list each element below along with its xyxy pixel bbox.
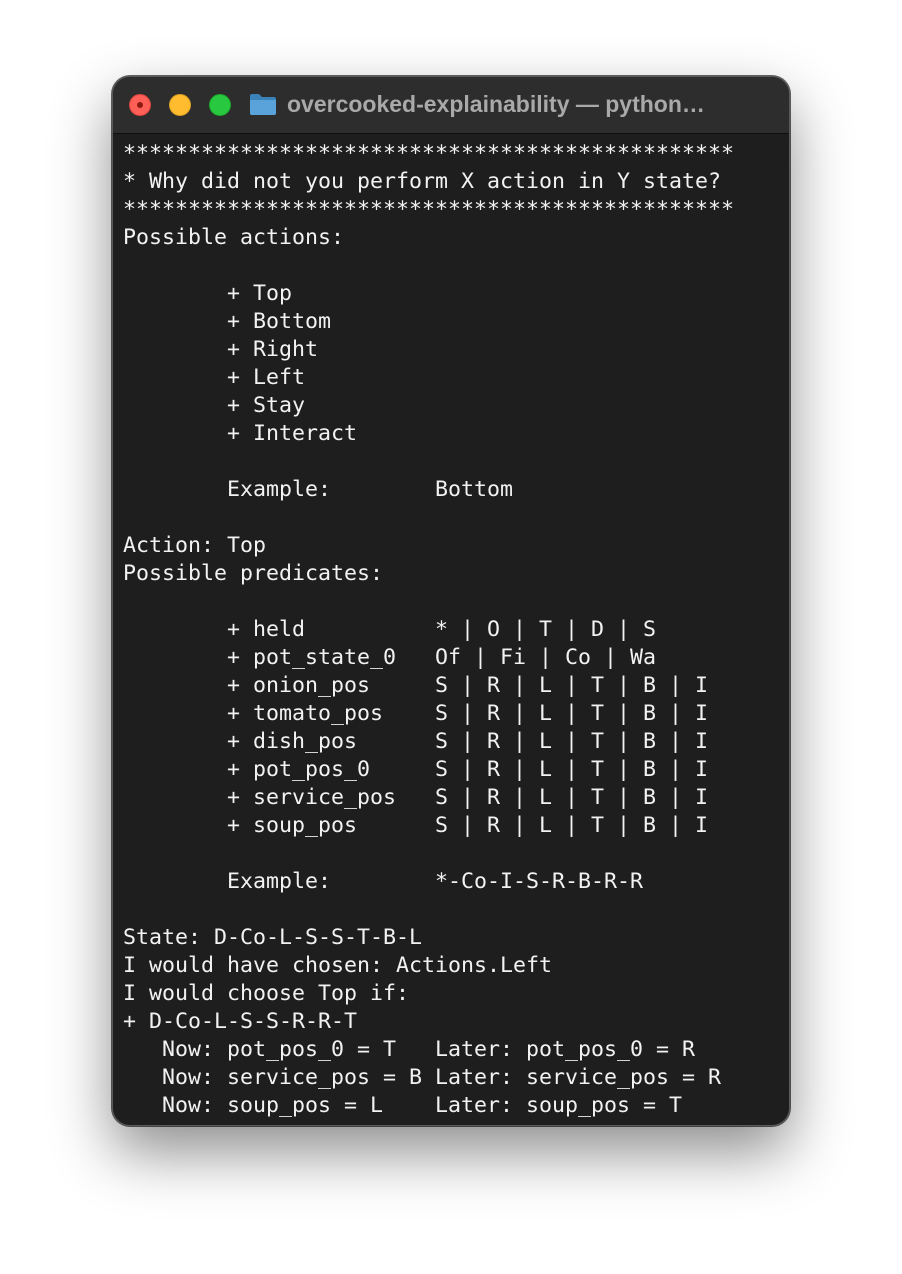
folder-icon <box>250 94 276 115</box>
title-bar[interactable]: overcooked-explainability — python… <box>113 77 789 134</box>
terminal-line: Possible actions: <box>123 225 345 250</box>
close-button[interactable] <box>129 94 151 116</box>
terminal-line: Possible predicates: <box>123 561 384 586</box>
terminal-line: Now: soup_pos = L Later: soup_pos = T <box>123 1093 683 1118</box>
terminal-line: + D-Co-L-S-S-R-R-T <box>123 1009 358 1034</box>
terminal-line: + onion_pos S | R | L | T | B | I <box>123 673 709 698</box>
window-title: overcooked-explainability — python… <box>287 91 705 117</box>
terminal-line: Example: Bottom <box>123 477 514 502</box>
terminal-line: + Right <box>123 337 319 362</box>
terminal-line: + dish_pos S | R | L | T | B | I <box>123 729 709 754</box>
terminal-line: * Why did not you perform X action in Y … <box>123 169 722 194</box>
terminal-line: + pot_state_0 Of | Fi | Co | Wa <box>123 645 657 670</box>
terminal-line: Now: pot_pos_0 = T Later: pot_pos_0 = R <box>123 1037 696 1062</box>
minimize-button[interactable] <box>169 94 191 116</box>
terminal-line: + pot_pos_0 S | R | L | T | B | I <box>123 757 709 782</box>
terminal-line: I would have chosen: Actions.Left <box>123 953 553 978</box>
terminal-line: + held * | O | T | D | S <box>123 617 657 642</box>
terminal-line: + tomato_pos S | R | L | T | B | I <box>123 701 709 726</box>
terminal-line: ****************************************… <box>123 197 735 222</box>
terminal-window: overcooked-explainability — python… ****… <box>112 76 790 1126</box>
terminal-output[interactable]: ****************************************… <box>123 140 785 1125</box>
terminal-line: Now: service_pos = B Later: service_pos … <box>123 1065 722 1090</box>
terminal-line: + soup_pos S | R | L | T | B | I <box>123 813 709 838</box>
terminal-line: + Bottom <box>123 309 332 334</box>
terminal-line: Action: Top <box>123 533 267 558</box>
close-icon <box>137 102 143 108</box>
terminal-line: + Left <box>123 365 306 390</box>
terminal-line: + Stay <box>123 393 306 418</box>
terminal-line: I would choose Top if: <box>123 981 410 1006</box>
terminal-line: State: D-Co-L-S-S-T-B-L <box>123 925 423 950</box>
terminal-line: + Top <box>123 281 293 306</box>
zoom-button[interactable] <box>209 94 231 116</box>
terminal-line: Example: *-Co-I-S-R-B-R-R <box>123 869 644 894</box>
terminal-line: + Interact <box>123 421 358 446</box>
terminal-line: + service_pos S | R | L | T | B | I <box>123 785 709 810</box>
terminal-line: ****************************************… <box>123 141 735 166</box>
